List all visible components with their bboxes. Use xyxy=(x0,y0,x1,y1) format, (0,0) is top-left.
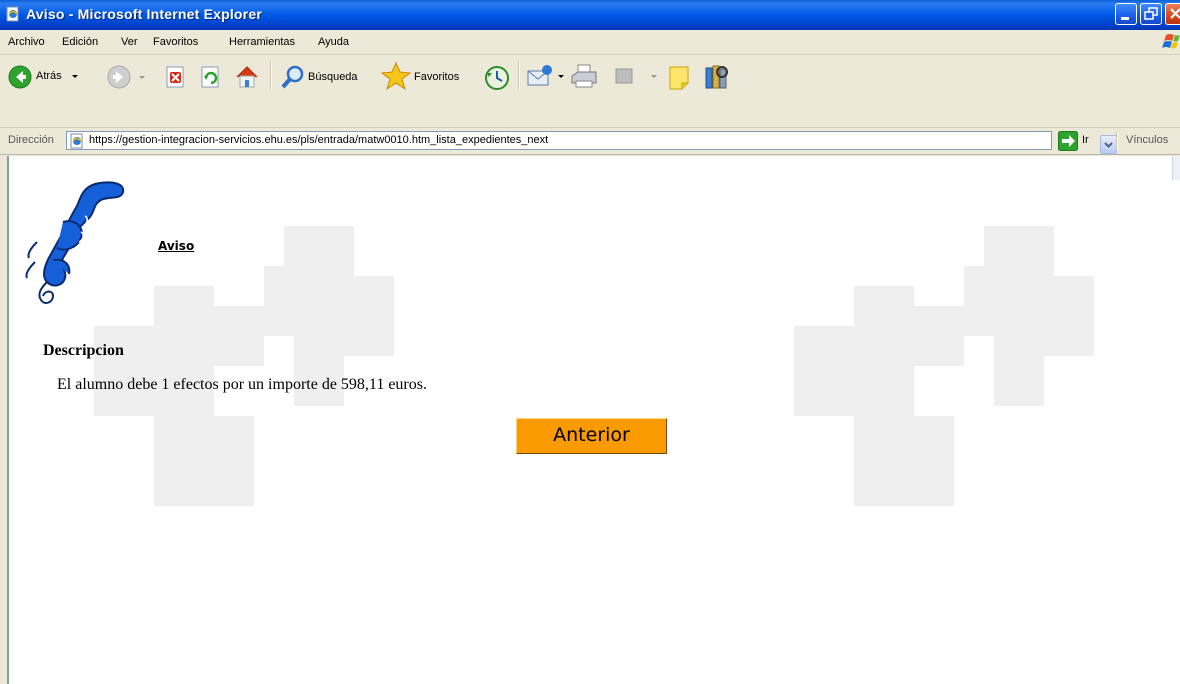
description-heading: Descripcion xyxy=(43,342,124,359)
restore-icon xyxy=(1144,7,1158,20)
windows-logo-icon xyxy=(1162,34,1180,49)
minimize-button[interactable] xyxy=(1115,3,1137,25)
back-label: Atrás xyxy=(36,70,62,82)
address-dropdown-button[interactable] xyxy=(1100,135,1117,154)
browser-window: Aviso - Microsoft Internet Explorer Arch… xyxy=(0,0,1180,684)
back-arrow-icon xyxy=(8,65,32,89)
standard-toolbar: Atrás Búsqueda Favoritos xyxy=(0,55,1180,128)
telephone-handset-icon xyxy=(25,181,125,304)
page-content: Aviso Descripcion El alumno debe 1 efect… xyxy=(7,156,1180,684)
forward-arrow-icon xyxy=(107,65,131,89)
watermark-right-image xyxy=(794,226,1094,506)
menu-edicion[interactable]: Edición xyxy=(62,30,98,54)
close-icon xyxy=(1170,8,1180,19)
mail-dropdown-icon[interactable] xyxy=(558,75,564,78)
menu-herramientas[interactable]: Herramientas xyxy=(229,30,295,54)
debt-message: El alumno debe 1 efectos por un importe … xyxy=(57,376,427,393)
anterior-button[interactable]: Anterior xyxy=(516,418,667,454)
ie-page-icon xyxy=(6,6,19,22)
back-button[interactable]: Atrás xyxy=(8,63,93,91)
back-dropdown-icon[interactable] xyxy=(72,75,78,78)
favorites-button[interactable]: Favoritos xyxy=(381,61,481,91)
menu-bar: Archivo Edición Ver Favoritos Herramient… xyxy=(0,30,1180,55)
favorites-label: Favoritos xyxy=(414,71,460,83)
edit-icon[interactable] xyxy=(614,67,636,87)
refresh-icon[interactable] xyxy=(200,66,222,88)
chevron-down-icon xyxy=(1104,142,1113,148)
aviso-link[interactable]: Aviso xyxy=(158,239,194,253)
menu-ver[interactable]: Ver xyxy=(121,30,138,54)
address-input[interactable]: https://gestion-integracion-servicios.eh… xyxy=(66,131,1117,154)
close-button[interactable] xyxy=(1165,3,1180,25)
forward-dropdown-icon[interactable] xyxy=(139,76,145,79)
page-icon xyxy=(70,133,83,149)
print-icon[interactable] xyxy=(570,63,598,91)
address-url: https://gestion-integracion-servicios.eh… xyxy=(89,134,549,146)
links-label[interactable]: Vínculos xyxy=(1126,134,1168,146)
forward-button[interactable] xyxy=(107,65,152,91)
restore-button[interactable] xyxy=(1140,3,1162,25)
home-icon[interactable] xyxy=(234,64,260,90)
menu-ayuda[interactable]: Ayuda xyxy=(318,30,349,54)
go-arrow-icon[interactable] xyxy=(1058,131,1078,151)
research-books-icon[interactable] xyxy=(703,63,731,91)
go-button-label[interactable]: Ir xyxy=(1082,134,1089,146)
search-label: Búsqueda xyxy=(308,71,358,83)
edit-dropdown-icon[interactable] xyxy=(651,75,657,78)
mail-icon[interactable] xyxy=(526,63,554,91)
stop-icon[interactable] xyxy=(165,66,187,88)
title-bar[interactable]: Aviso - Microsoft Internet Explorer xyxy=(0,0,1180,31)
scrollbar[interactable] xyxy=(1172,156,1180,180)
address-bar: Dirección https://gestion-integracion-se… xyxy=(0,128,1180,155)
search-button[interactable]: Búsqueda xyxy=(280,63,380,91)
notes-icon[interactable] xyxy=(668,65,692,91)
menu-archivo[interactable]: Archivo xyxy=(8,30,45,54)
menu-favoritos[interactable]: Favoritos xyxy=(153,30,198,54)
search-icon xyxy=(281,65,304,89)
history-icon[interactable] xyxy=(484,65,510,91)
address-label: Dirección xyxy=(8,134,54,146)
minimize-icon xyxy=(1121,17,1129,20)
favorites-star-icon xyxy=(381,61,411,91)
window-title: Aviso - Microsoft Internet Explorer xyxy=(26,6,262,22)
